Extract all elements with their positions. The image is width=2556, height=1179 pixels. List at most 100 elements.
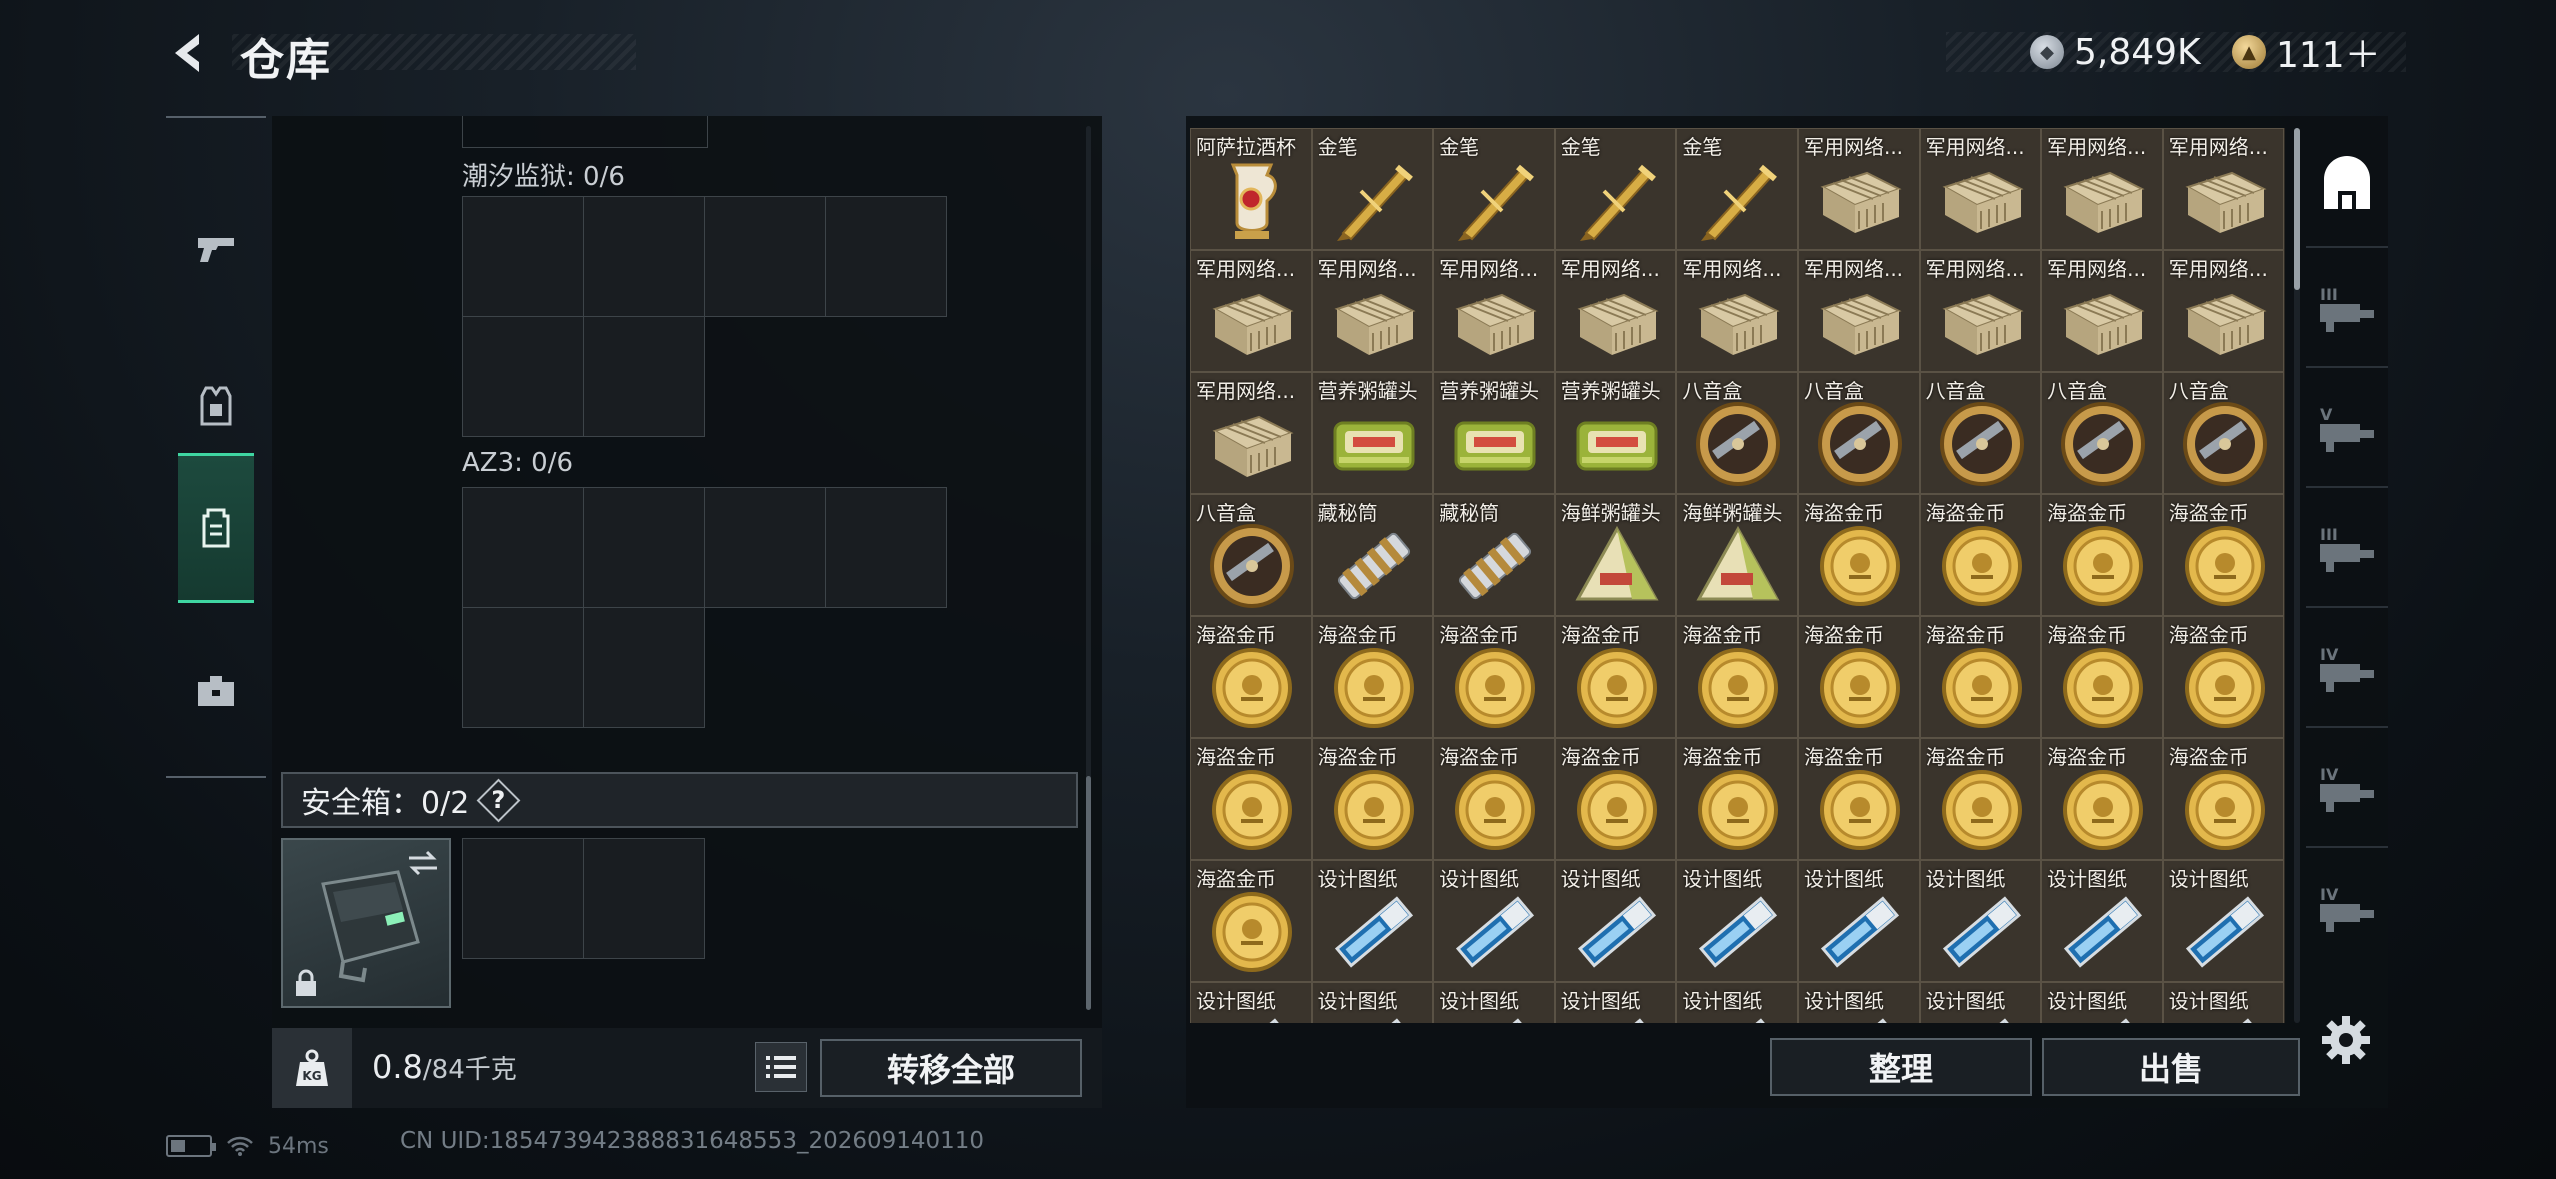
sort-button[interactable]: 整理 [1770, 1038, 2032, 1096]
stash-item-slot[interactable]: 海鲜粥罐头 [1676, 494, 1798, 616]
stash-item-slot[interactable]: 海盗金币 [1433, 616, 1555, 738]
stash-item-slot[interactable]: 海盗金币 [2041, 738, 2163, 860]
stash-item-slot[interactable]: 八音盒 [2162, 372, 2285, 494]
container-slot[interactable] [704, 487, 826, 608]
stash-item-slot[interactable]: 金笔 [1676, 128, 1798, 250]
stash-item-slot[interactable]: 海盗金币 [2041, 616, 2163, 738]
stash-item-slot[interactable]: 设计图纸 [1797, 860, 1920, 982]
stash-tab-5[interactable]: IV [2306, 606, 2388, 726]
stash-item-slot[interactable]: 海盗金币 [1554, 738, 1677, 860]
stash-item-slot[interactable]: 海盗金币 [1919, 738, 2042, 860]
stash-item-slot[interactable]: 军用网络... [1797, 250, 1920, 372]
stash-item-slot[interactable]: 海盗金币 [1919, 494, 2042, 616]
safe-box-slot[interactable] [583, 838, 705, 959]
stash-item-slot[interactable]: 海盗金币 [1190, 738, 1312, 860]
stash-item-slot[interactable]: 设计图纸 [2041, 982, 2163, 1023]
stash-item-slot[interactable]: 海盗金币 [1554, 616, 1677, 738]
stash-item-slot[interactable]: 营养粥罐头 [1554, 372, 1677, 494]
stash-item-slot[interactable]: 八音盒 [1797, 372, 1920, 494]
stash-item-slot[interactable]: 设计图纸 [1554, 982, 1677, 1023]
container-slot[interactable] [825, 487, 947, 608]
stash-item-slot[interactable]: 营养粥罐头 [1311, 372, 1434, 494]
nav-item-backpack[interactable] [178, 453, 254, 603]
stash-item-slot[interactable]: 军用网络... [1919, 128, 2042, 250]
help-button[interactable]: ? [479, 781, 517, 819]
swap-icon[interactable] [405, 848, 441, 878]
stash-tab-6[interactable]: IV [2306, 726, 2388, 846]
stash-item-slot[interactable]: 海盗金币 [1190, 616, 1312, 738]
stash-item-slot[interactable]: 海盗金币 [1676, 738, 1798, 860]
stash-tab-1[interactable] [2306, 126, 2388, 246]
stash-item-slot[interactable]: 设计图纸 [1797, 982, 1920, 1023]
stash-item-slot[interactable]: 设计图纸 [1433, 860, 1555, 982]
stash-item-slot[interactable]: 海盗金币 [1311, 738, 1434, 860]
container-slot[interactable] [462, 607, 584, 728]
transfer-all-button[interactable]: 转移全部 [820, 1039, 1082, 1097]
stash-item-slot[interactable]: 军用网络... [2162, 250, 2285, 372]
stash-item-slot[interactable]: 设计图纸 [1554, 860, 1677, 982]
container-slot[interactable] [462, 196, 584, 317]
stash-item-slot[interactable]: 军用网络... [1433, 250, 1555, 372]
stash-item-slot[interactable]: 设计图纸 [2162, 982, 2285, 1023]
stash-item-slot[interactable]: 设计图纸 [1433, 982, 1555, 1023]
nav-item-weapons[interactable] [178, 173, 254, 323]
container-slot[interactable] [583, 316, 705, 437]
stash-item-slot[interactable]: 设计图纸 [1311, 982, 1434, 1023]
stash-item-slot[interactable]: 军用网络... [1554, 250, 1677, 372]
stash-item-slot[interactable]: 军用网络... [1190, 250, 1312, 372]
stash-item-slot[interactable]: 海盗金币 [1797, 494, 1920, 616]
container-slot[interactable] [583, 487, 705, 608]
stash-item-slot[interactable]: 设计图纸 [1311, 860, 1434, 982]
container-scrollbar-thumb[interactable] [1086, 776, 1091, 1010]
stash-item-slot[interactable]: 八音盒 [1676, 372, 1798, 494]
stash-tab-4[interactable]: III [2306, 486, 2388, 606]
stash-item-slot[interactable]: 军用网络... [2041, 250, 2163, 372]
stash-item-slot[interactable]: 军用网络... [2162, 128, 2285, 250]
stash-item-slot[interactable]: 设计图纸 [1919, 982, 2042, 1023]
stash-tab-7[interactable]: IV [2306, 846, 2388, 966]
stash-item-slot[interactable]: 藏秘筒 [1433, 494, 1555, 616]
stash-item-slot[interactable]: 海盗金币 [2162, 738, 2285, 860]
container-slot[interactable] [825, 196, 947, 317]
stash-item-slot[interactable]: 八音盒 [2041, 372, 2163, 494]
stash-item-slot[interactable]: 金笔 [1554, 128, 1677, 250]
stash-item-slot[interactable]: 设计图纸 [2162, 860, 2285, 982]
container-slot[interactable] [583, 607, 705, 728]
list-view-button[interactable] [755, 1042, 807, 1092]
stash-item-slot[interactable]: 军用网络... [1311, 250, 1434, 372]
container-slot[interactable] [583, 196, 705, 317]
stash-item-slot[interactable]: 海盗金币 [1433, 738, 1555, 860]
stash-item-slot[interactable]: 营养粥罐头 [1433, 372, 1555, 494]
stash-item-slot[interactable]: 军用网络... [1676, 250, 1798, 372]
safe-box-slot[interactable] [462, 838, 584, 959]
stash-item-slot[interactable]: 海盗金币 [2041, 494, 2163, 616]
gear-icon[interactable] [2320, 1014, 2372, 1066]
stash-item-slot[interactable]: 设计图纸 [2041, 860, 2163, 982]
back-arrow-icon[interactable] [165, 28, 215, 78]
stash-item-slot[interactable]: 海鲜粥罐头 [1554, 494, 1677, 616]
stash-item-slot[interactable]: 海盗金币 [1797, 738, 1920, 860]
stash-item-slot[interactable]: 设计图纸 [1676, 860, 1798, 982]
gold-currency[interactable]: ▲ 111＋ [2232, 28, 2381, 76]
stash-item-slot[interactable]: 设计图纸 [1919, 860, 2042, 982]
container-slot[interactable] [462, 487, 584, 608]
stash-item-slot[interactable]: 海盗金币 [2162, 616, 2285, 738]
stash-item-slot[interactable]: 军用网络... [1919, 250, 2042, 372]
stash-item-slot[interactable]: 金笔 [1433, 128, 1555, 250]
stash-scrollbar-thumb[interactable] [2294, 128, 2300, 290]
stash-item-slot[interactable]: 金笔 [1311, 128, 1434, 250]
nav-item-toolbox[interactable] [178, 615, 254, 765]
stash-item-slot[interactable]: 海盗金币 [1676, 616, 1798, 738]
container-slot[interactable] [704, 196, 826, 317]
stash-item-slot[interactable]: 海盗金币 [1190, 860, 1312, 982]
stash-tab-3[interactable]: V [2306, 366, 2388, 486]
stash-item-slot[interactable]: 海盗金币 [1919, 616, 2042, 738]
stash-item-slot[interactable]: 设计图纸 [1676, 982, 1798, 1023]
stash-item-slot[interactable]: 设计图纸 [1190, 982, 1312, 1023]
stash-item-slot[interactable]: 海盗金币 [2162, 494, 2285, 616]
stash-tab-2[interactable]: III [2306, 246, 2388, 366]
stash-item-slot[interactable]: 海盗金币 [1311, 616, 1434, 738]
stash-item-slot[interactable]: 军用网络... [2041, 128, 2163, 250]
safe-case-item[interactable] [281, 838, 451, 1008]
container-slot[interactable] [462, 316, 584, 437]
